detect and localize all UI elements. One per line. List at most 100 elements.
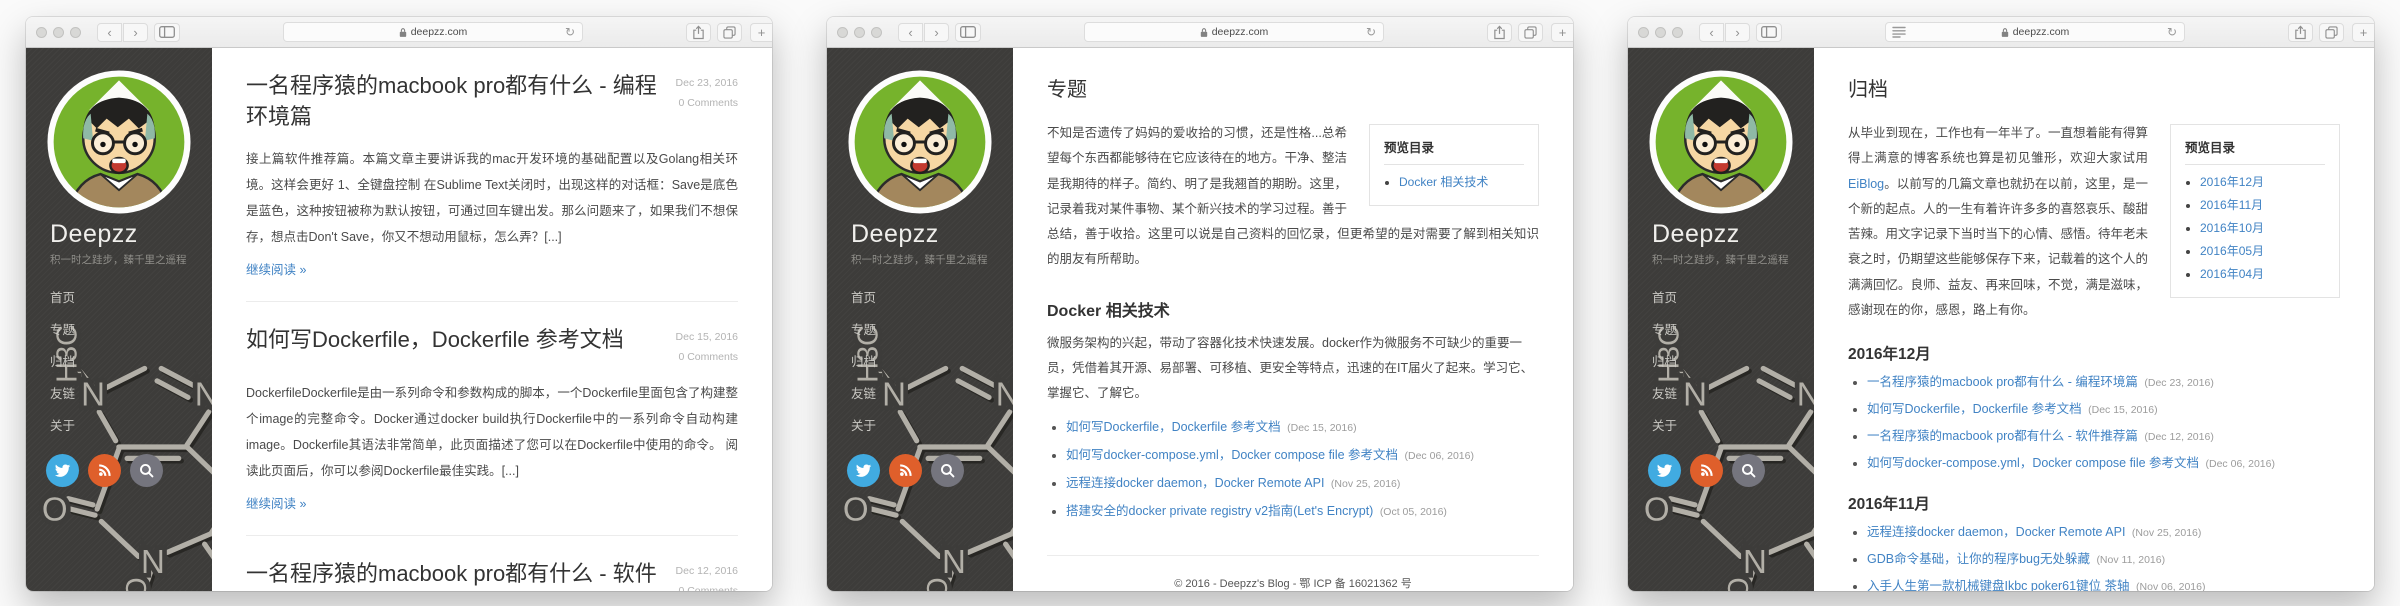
sidebar-item-about[interactable]: 关于 xyxy=(50,415,212,434)
post-item: 入手人生第一款机械键盘Ikbc poker61键位 茶轴 (Nov 06, 20… xyxy=(1867,576,2340,591)
post-link[interactable]: 如何写docker-compose.yml，Docker compose fil… xyxy=(1066,448,1398,462)
share-button[interactable] xyxy=(686,23,711,42)
forward-button[interactable]: › xyxy=(1725,23,1750,42)
new-tab-button[interactable]: + xyxy=(750,23,772,42)
sidebar-item-archive[interactable]: 归档 xyxy=(851,351,1013,370)
back-button[interactable]: ‹ xyxy=(1699,23,1724,42)
post-link[interactable]: 远程连接docker daemon，Docker Remote API xyxy=(1867,525,2125,539)
post-link[interactable]: 如何写docker-compose.yml，Docker compose fil… xyxy=(1867,456,2199,470)
sidebar-item-about[interactable]: 关于 xyxy=(1652,415,1814,434)
browser-window-archive: ‹ › deepzz.com ↻ + xyxy=(1628,17,2374,591)
post-link[interactable]: GDB命令基础，让你的程序bug无处躲藏 xyxy=(1867,552,2090,566)
reload-icon[interactable]: ↻ xyxy=(2167,25,2177,39)
sidebar-item-archive[interactable]: 归档 xyxy=(1652,351,1814,370)
close-button[interactable] xyxy=(837,27,848,38)
tab-overview-button[interactable] xyxy=(1518,23,1543,42)
sidebar-item-links[interactable]: 友链 xyxy=(851,383,1013,402)
reload-icon[interactable]: ↻ xyxy=(1366,25,1376,39)
browser-window-topics: ‹ › deepzz.com ↻ + Deepzz xyxy=(827,17,1573,591)
search-icon[interactable] xyxy=(130,454,163,487)
back-button[interactable]: ‹ xyxy=(898,23,923,42)
url-text: deepzz.com xyxy=(2013,26,2070,38)
blog-title: Deepzz xyxy=(851,220,1013,249)
sidebar-item-home[interactable]: 首页 xyxy=(851,287,1013,306)
reload-icon[interactable]: ↻ xyxy=(565,25,575,39)
close-button[interactable] xyxy=(36,27,47,38)
zoom-button[interactable] xyxy=(1672,27,1683,38)
post-link[interactable]: 搭建安全的docker private registry v2指南(Let's … xyxy=(1066,504,1373,518)
post-link[interactable]: 入手人生第一款机械键盘Ikbc poker61键位 茶轴 xyxy=(1867,579,2130,591)
blog-tagline: 积一时之跬步，臻千里之遥程 xyxy=(50,252,212,267)
toc-link[interactable]: 2016年05月 xyxy=(2200,244,2264,258)
sidebar-item-links[interactable]: 友链 xyxy=(1652,383,1814,402)
sidebar-item-topics[interactable]: 专题 xyxy=(851,319,1013,338)
sidebar-item-about[interactable]: 关于 xyxy=(851,415,1013,434)
forward-button[interactable]: › xyxy=(123,23,148,42)
sidebar-item-home[interactable]: 首页 xyxy=(1652,287,1814,306)
twitter-icon[interactable] xyxy=(847,454,880,487)
address-bar[interactable]: deepzz.com ↻ xyxy=(283,22,583,42)
toc-link[interactable]: 2016年12月 xyxy=(2200,175,2264,189)
sidebar-toggle-button[interactable] xyxy=(955,23,981,42)
article-title[interactable]: 如何写Dockerfile，Dockerfile 参考文档 xyxy=(246,325,624,356)
article-title[interactable]: 一名程序猿的macbook pro都有什么 - 编程环境篇 xyxy=(246,71,676,133)
back-button[interactable]: ‹ xyxy=(97,23,122,42)
browser-window-home: ‹ › deepzz.com ↻ + Deepzz xyxy=(26,17,772,591)
search-icon[interactable] xyxy=(931,454,964,487)
read-more-link[interactable]: 继续阅读 » xyxy=(246,493,306,512)
read-more-link[interactable]: 继续阅读 » xyxy=(246,259,306,278)
close-button[interactable] xyxy=(1638,27,1649,38)
address-bar[interactable]: deepzz.com ↻ xyxy=(1885,22,2185,42)
post-link[interactable]: 一名程序猿的macbook pro都有什么 - 软件推荐篇 xyxy=(1867,429,2138,443)
share-button[interactable] xyxy=(2288,23,2313,42)
share-button[interactable] xyxy=(1487,23,1512,42)
article-comments[interactable]: 0 Comments xyxy=(676,582,738,591)
archive-page: 归档 预览目录 2016年12月 2016年11月 2016年10月 2016年… xyxy=(1814,48,2374,591)
article-comments[interactable]: 0 Comments xyxy=(676,348,738,368)
new-tab-button[interactable]: + xyxy=(2352,23,2374,42)
post-item: 如何写Dockerfile，Dockerfile 参考文档 (Dec 15, 2… xyxy=(1066,417,1539,437)
tab-overview-button[interactable] xyxy=(2319,23,2344,42)
sidebar-item-home[interactable]: 首页 xyxy=(50,287,212,306)
zoom-button[interactable] xyxy=(70,27,81,38)
rss-icon[interactable] xyxy=(1690,454,1723,487)
toc-link[interactable]: 2016年11月 xyxy=(2200,198,2263,212)
address-bar[interactable]: deepzz.com ↻ xyxy=(1084,22,1384,42)
reader-mode-icon[interactable] xyxy=(1892,26,1906,38)
new-tab-button[interactable]: + xyxy=(1551,23,1573,42)
minimize-button[interactable] xyxy=(854,27,865,38)
sidebar-item-topics[interactable]: 专题 xyxy=(50,319,212,338)
twitter-icon[interactable] xyxy=(1648,454,1681,487)
search-icon[interactable] xyxy=(1732,454,1765,487)
toc-link[interactable]: 2016年10月 xyxy=(2200,221,2264,235)
titlebar: ‹ › deepzz.com ↻ + xyxy=(1628,17,2374,48)
tab-overview-button[interactable] xyxy=(717,23,742,42)
sidebar-item-topics[interactable]: 专题 xyxy=(1652,319,1814,338)
minimize-button[interactable] xyxy=(53,27,64,38)
post-link[interactable]: 如何写Dockerfile，Dockerfile 参考文档 xyxy=(1867,402,2082,416)
copyright-text: © 2016 - Deepzz's Blog - 鄂 ICP 备 1602136… xyxy=(1047,576,1539,591)
post-link[interactable]: 一名程序猿的macbook pro都有什么 - 编程环境篇 xyxy=(1867,375,2138,389)
rss-icon[interactable] xyxy=(88,454,121,487)
forward-button[interactable]: › xyxy=(924,23,949,42)
sidebar-toggle-button[interactable] xyxy=(1756,23,1782,42)
post-item: 如何写docker-compose.yml，Docker compose fil… xyxy=(1066,445,1539,465)
eiblog-link[interactable]: EiBlog xyxy=(1848,177,1884,191)
rss-icon[interactable] xyxy=(889,454,922,487)
toc-link[interactable]: Docker 相关技术 xyxy=(1399,175,1488,189)
article-comments[interactable]: 0 Comments xyxy=(676,94,738,114)
post-item: 如何写docker-compose.yml，Docker compose fil… xyxy=(1867,453,2340,473)
sidebar-toggle-button[interactable] xyxy=(154,23,180,42)
blog-sidebar: Deepzz 积一时之跬步，臻千里之遥程 首页 专题 归档 友链 关于 xyxy=(1628,48,1814,591)
article-excerpt: DockerfileDockerfile是由一系列命令和参数构成的脚本，一个Do… xyxy=(246,380,738,484)
sidebar-item-links[interactable]: 友链 xyxy=(50,383,212,402)
article-title[interactable]: 一名程序猿的macbook pro都有什么 - 软件推荐篇 xyxy=(246,559,676,591)
minimize-button[interactable] xyxy=(1655,27,1666,38)
post-link[interactable]: 如何写Dockerfile，Dockerfile 参考文档 xyxy=(1066,420,1281,434)
sidebar-item-archive[interactable]: 归档 xyxy=(50,351,212,370)
post-item: 远程连接docker daemon，Docker Remote API (Nov… xyxy=(1066,473,1539,493)
toc-link[interactable]: 2016年04月 xyxy=(2200,267,2264,281)
zoom-button[interactable] xyxy=(871,27,882,38)
twitter-icon[interactable] xyxy=(46,454,79,487)
post-link[interactable]: 远程连接docker daemon，Docker Remote API xyxy=(1066,476,1324,490)
